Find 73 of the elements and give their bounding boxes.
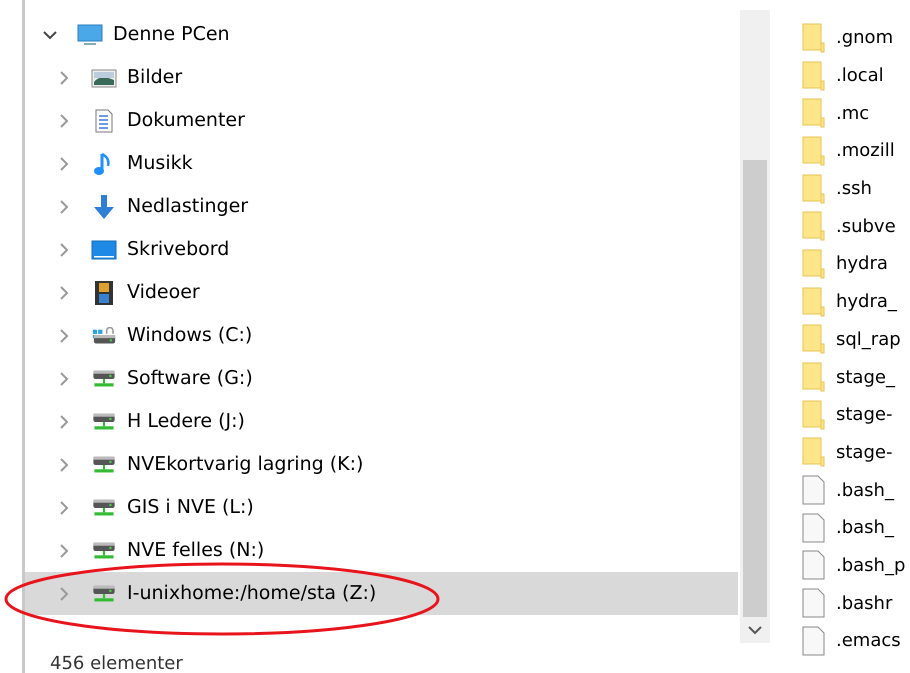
network-drive-icon bbox=[91, 413, 117, 430]
network-drive-icon bbox=[91, 542, 117, 559]
tree-item-label[interactable]: H Ledere (J:) bbox=[127, 407, 245, 436]
file-name[interactable]: hydra_ bbox=[836, 288, 897, 316]
file-name[interactable]: sql_rap bbox=[836, 326, 901, 353]
tree-row[interactable]: NVE felles (N:) bbox=[25, 529, 738, 572]
tree-item-label[interactable]: GIS i NVE (L:) bbox=[127, 493, 254, 522]
folder-icon bbox=[802, 174, 826, 204]
folder-icon bbox=[802, 248, 826, 279]
computer-icon bbox=[77, 22, 103, 48]
folder-icon bbox=[802, 400, 826, 430]
tree-row[interactable]: Videoer bbox=[25, 271, 738, 314]
tree-row[interactable]: NVEkortvarig lagring (K:) bbox=[25, 443, 738, 486]
tree-row[interactable]: GIS i NVE (L:) bbox=[25, 486, 738, 529]
file-name[interactable]: .mc bbox=[836, 100, 870, 127]
file-name[interactable]: .emacs bbox=[836, 627, 901, 654]
file-name[interactable]: .subve bbox=[836, 212, 896, 240]
file-icon bbox=[802, 588, 826, 618]
file-name[interactable]: hydra bbox=[836, 250, 888, 278]
file-icon bbox=[802, 550, 826, 580]
file-icon bbox=[802, 626, 826, 656]
selected-tree-row[interactable]: I-unixhome:/home/sta (Z:) bbox=[25, 572, 738, 615]
tree-row[interactable]: Windows (C:) bbox=[25, 314, 738, 357]
tree-row[interactable]: H Ledere (J:) bbox=[25, 400, 738, 443]
file-name[interactable]: .local bbox=[836, 62, 884, 90]
tree-item-label[interactable]: Denne PCen bbox=[113, 20, 230, 49]
file-name[interactable]: .mozill bbox=[836, 137, 895, 164]
tree-item-label[interactable]: Skrivebord bbox=[127, 235, 230, 264]
tree-row[interactable]: Skrivebord bbox=[25, 228, 738, 271]
folder-icon bbox=[802, 362, 826, 392]
tree-item-label[interactable]: NVEkortvarig lagring (K:) bbox=[127, 450, 364, 479]
scroll-down-icon[interactable] bbox=[748, 626, 762, 635]
network-drive-icon bbox=[91, 499, 117, 516]
tree-item-label[interactable]: NVE felles (N:) bbox=[127, 536, 264, 565]
folder-icon bbox=[802, 437, 826, 468]
file-name[interactable]: .gnom bbox=[836, 24, 894, 52]
file-icon bbox=[802, 475, 826, 506]
folder-icon bbox=[802, 98, 826, 128]
folder-icon bbox=[802, 324, 826, 354]
network-drive-icon bbox=[91, 370, 117, 387]
folder-icon bbox=[802, 60, 826, 91]
file-name[interactable]: stage- bbox=[836, 438, 892, 466]
tree-item-label[interactable]: Bilder bbox=[127, 63, 182, 92]
scrollbar-thumb[interactable] bbox=[743, 160, 767, 618]
windows-drive-icon bbox=[91, 327, 117, 344]
tree-row[interactable]: Bilder bbox=[25, 56, 738, 99]
file-name[interactable]: .ssh bbox=[836, 175, 872, 202]
tree-row[interactable]: Musikk bbox=[25, 142, 738, 185]
folder-icon bbox=[802, 211, 826, 242]
network-drive-icon bbox=[91, 456, 117, 473]
network-drive-icon bbox=[91, 585, 117, 602]
folder-icon bbox=[802, 286, 826, 317]
tree-row[interactable]: Nedlastinger bbox=[25, 185, 738, 228]
file-name[interactable]: stage- bbox=[836, 401, 892, 428]
folder-icon bbox=[802, 22, 826, 53]
tree-item-label[interactable]: Windows (C:) bbox=[127, 321, 252, 350]
file-name[interactable]: .bashr bbox=[836, 590, 892, 617]
tree-item-label[interactable]: Musikk bbox=[127, 149, 193, 178]
file-icon bbox=[802, 512, 826, 543]
tree-item-label[interactable]: Software (G:) bbox=[127, 364, 253, 393]
down-arrow-icon bbox=[91, 194, 117, 220]
folder-icon bbox=[802, 136, 826, 166]
tree-item-label[interactable]: Nedlastinger bbox=[127, 192, 248, 221]
tree-row[interactable]: Dokumenter bbox=[25, 99, 738, 142]
status-text: 456 elementer bbox=[50, 652, 183, 673]
tree-item-label[interactable]: Videoer bbox=[127, 278, 200, 307]
file-name[interactable]: .bash_ bbox=[836, 476, 894, 504]
scrollbar[interactable] bbox=[740, 10, 770, 643]
file-name[interactable]: stage_ bbox=[836, 364, 895, 391]
tree-item-label[interactable]: Dokumenter bbox=[127, 106, 245, 135]
file-name[interactable]: .bash_p bbox=[836, 552, 906, 579]
tree-row[interactable]: Software (G:) bbox=[25, 357, 738, 400]
file-name[interactable]: .bash_ bbox=[836, 514, 894, 542]
